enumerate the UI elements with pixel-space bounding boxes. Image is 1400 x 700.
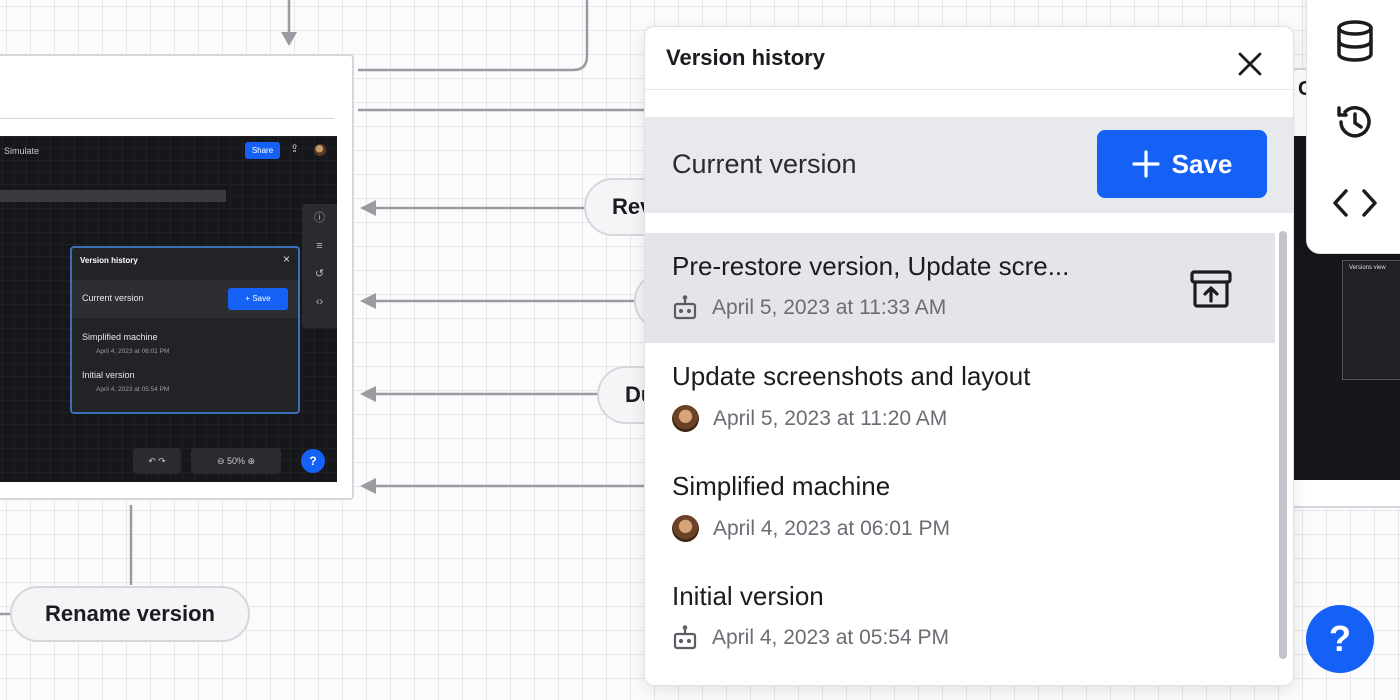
history-button[interactable] bbox=[1325, 92, 1385, 152]
version-date: April 4, 2023 at 06:01 PM bbox=[713, 516, 950, 540]
version-date: April 5, 2023 at 11:33 AM bbox=[712, 296, 947, 319]
mini-item-title: Initial version bbox=[82, 370, 135, 380]
mini-current-row: Current version + Save bbox=[72, 280, 298, 318]
close-button[interactable] bbox=[1235, 49, 1265, 79]
mini-item-title: Simplified machine bbox=[82, 332, 158, 342]
versions-view-mini-panel: Versions view bbox=[1342, 260, 1400, 380]
current-version-label: Current version bbox=[672, 149, 857, 179]
mini-share-button: Share bbox=[245, 142, 280, 159]
mini-zoom-level: 50% bbox=[226, 456, 245, 466]
mini-database-icon: ≡ bbox=[316, 240, 323, 252]
rename-version-node[interactable]: Rename version bbox=[10, 586, 250, 642]
mini-app-title: Simulate bbox=[4, 146, 40, 156]
mini-toolbar: ⓘ ≡ ↺ ‹› bbox=[302, 204, 337, 328]
version-meta: April 5, 2023 at 11:20 AM bbox=[672, 405, 947, 432]
version-title: Initial version bbox=[672, 581, 824, 611]
mini-info-icon: ⓘ bbox=[314, 212, 325, 224]
mini-panel-title: Version history bbox=[80, 256, 138, 265]
mini-avatar bbox=[314, 144, 326, 156]
panel-title: Version history bbox=[666, 45, 825, 70]
restore-button[interactable] bbox=[1185, 265, 1237, 313]
mini-close-icon: × bbox=[282, 252, 290, 266]
close-icon bbox=[1238, 52, 1262, 76]
mini-history-icon: ↺ bbox=[314, 268, 325, 280]
mini-help-button: ? bbox=[301, 449, 325, 473]
version-date: April 4, 2023 at 05:54 PM bbox=[712, 626, 949, 649]
state-card-screenshot: Simulate Share ⇪ ⓘ ≡ ↺ ‹› Version histor… bbox=[0, 54, 354, 500]
version-list: Pre-restore version, Update scre... Apri… bbox=[645, 233, 1275, 683]
version-item[interactable]: Update screenshots and layout April 5, 2… bbox=[645, 343, 1275, 453]
version-title: Simplified machine bbox=[672, 471, 891, 501]
mini-current-label: Current version bbox=[82, 293, 144, 303]
help-button[interactable]: ? bbox=[1306, 605, 1374, 673]
version-history-panel: Version history Current version Save Pre… bbox=[644, 26, 1294, 686]
mini-zoom-controls: ⊖ 50% ⊕ bbox=[191, 448, 281, 474]
version-title: Pre-restore version, Update scre... bbox=[672, 251, 1070, 281]
mini-save-label: Save bbox=[252, 294, 271, 303]
versions-view-mini-title: Versions view bbox=[1349, 265, 1386, 271]
history-icon bbox=[1337, 106, 1371, 138]
version-title: Update screenshots and layout bbox=[672, 361, 1031, 391]
version-item[interactable]: Simplified machine April 4, 2023 at 06:0… bbox=[645, 453, 1275, 563]
version-meta: April 4, 2023 at 06:01 PM bbox=[672, 515, 950, 542]
avatar bbox=[672, 405, 699, 432]
database-button[interactable] bbox=[1325, 11, 1385, 71]
mini-upload-icon: ⇪ bbox=[290, 143, 300, 155]
version-meta: April 5, 2023 at 11:33 AM bbox=[672, 295, 946, 321]
bot-icon bbox=[673, 295, 697, 320]
scrollbar-thumb[interactable] bbox=[1279, 231, 1287, 659]
save-label: Save bbox=[1171, 148, 1233, 179]
database-icon bbox=[1337, 20, 1373, 62]
mini-screenshot: Simulate Share ⇪ ⓘ ≡ ↺ ‹› Version histor… bbox=[0, 136, 337, 482]
mini-item-date: April 4, 2023 at 05:54 PM bbox=[96, 386, 170, 393]
save-button[interactable]: Save bbox=[1097, 130, 1267, 198]
scrollbar[interactable] bbox=[1277, 227, 1289, 667]
mini-undo-redo: ↶ ↷ bbox=[133, 448, 181, 474]
restore-archive-icon bbox=[1190, 270, 1232, 308]
mini-version-panel: Version history × Current version + Save… bbox=[70, 246, 300, 414]
mini-save-button: + Save bbox=[228, 288, 288, 310]
mini-item-date: April 4, 2023 at 06:01 PM bbox=[96, 348, 170, 355]
avatar bbox=[672, 515, 699, 542]
current-version-row: Current version Save bbox=[645, 117, 1293, 213]
mini-state-bar bbox=[0, 190, 226, 202]
card-divider bbox=[0, 118, 334, 119]
plus-icon bbox=[1132, 150, 1160, 178]
code-button[interactable] bbox=[1325, 173, 1385, 233]
version-date: April 5, 2023 at 11:20 AM bbox=[713, 406, 948, 430]
bot-icon bbox=[673, 625, 697, 650]
version-item[interactable]: Pre-restore version, Update scre... Apri… bbox=[645, 233, 1275, 343]
version-meta: April 4, 2023 at 05:54 PM bbox=[672, 625, 949, 651]
panel-divider bbox=[645, 89, 1293, 90]
version-item[interactable]: Initial version April 4, 2023 at 05:54 P… bbox=[645, 563, 1275, 673]
code-icon bbox=[1333, 189, 1377, 217]
right-toolbar bbox=[1306, 0, 1400, 254]
mini-code-icon: ‹› bbox=[315, 296, 324, 308]
